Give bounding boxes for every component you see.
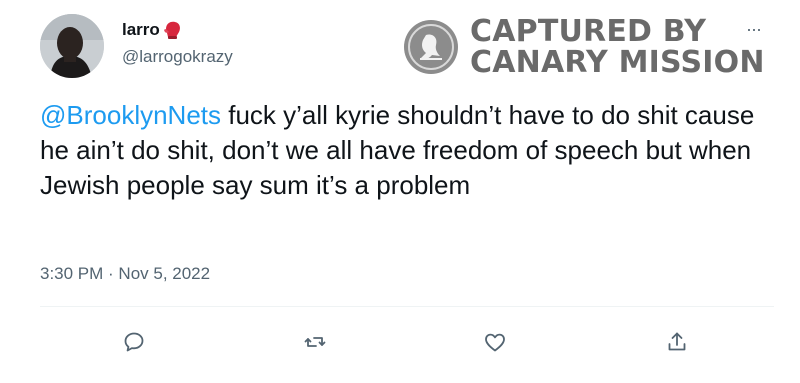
avatar-image: [40, 14, 104, 78]
tweet-timestamp[interactable]: 3:30 PM · Nov 5, 2022: [40, 264, 210, 284]
retweet-icon: [304, 337, 326, 347]
mention-link[interactable]: @BrooklynNets: [40, 100, 221, 130]
canary-mission-watermark: CAPTURED BY CANARY MISSION: [402, 14, 764, 80]
watermark-line-2: CANARY MISSION: [470, 45, 765, 80]
display-name[interactable]: larro: [122, 20, 184, 40]
tweet-card: larro @larrogokrazy CAPTURED BY CANARY M…: [0, 0, 800, 383]
tweet-text: @BrooklynNets fuck y’all kyrie shouldn’t…: [40, 98, 760, 203]
divider: [40, 306, 774, 307]
like-button[interactable]: [477, 324, 513, 360]
share-button[interactable]: [659, 324, 695, 360]
retweet-button[interactable]: [297, 324, 333, 360]
watermark-line-1: CAPTURED BY: [470, 14, 707, 49]
watermark-text: CAPTURED BY CANARY MISSION: [470, 16, 765, 78]
reply-icon: [124, 332, 144, 352]
share-icon: [668, 332, 686, 351]
like-icon: [485, 333, 505, 352]
more-options-icon[interactable]: ···: [746, 20, 772, 38]
reply-button[interactable]: [116, 324, 152, 360]
avatar[interactable]: [40, 14, 104, 78]
canary-bird-logo-icon: [404, 20, 458, 74]
display-name-text: larro: [122, 20, 160, 39]
boxing-glove-icon: [162, 20, 184, 40]
user-handle[interactable]: @larrogokrazy: [122, 47, 233, 67]
